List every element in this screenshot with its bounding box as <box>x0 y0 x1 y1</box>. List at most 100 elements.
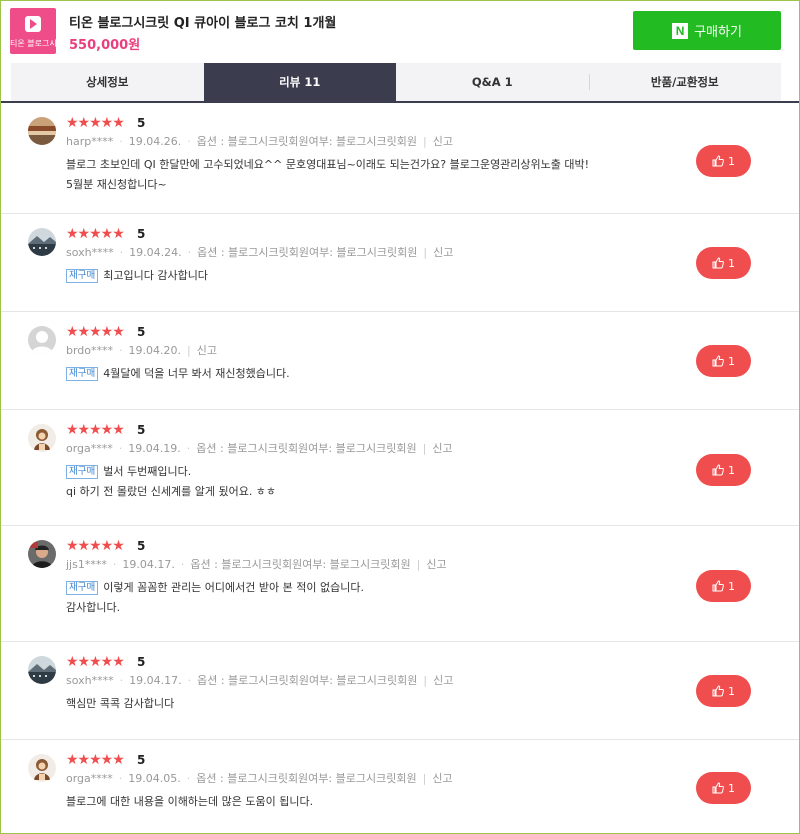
product-thumbnail[interactable]: 티온 블로그시크릿 <box>10 8 56 54</box>
detail-tabs: 상세정보 리뷰 11 Q&A 1 반품/교환정보 <box>11 63 781 101</box>
review-meta: orga**** · 19.04.05. · 옵션 : 블로그시크릿회원여부: 블로그시… <box>66 772 453 785</box>
avatar <box>28 228 56 256</box>
review-item: ★★★★★ 5 orga**** · 19.04.19. · 옵션 : 블로그시크릿회원여부… <box>1 410 799 526</box>
report-link[interactable]: 신고 <box>197 344 217 357</box>
rebuy-badge: 재구매 <box>66 581 99 595</box>
report-link[interactable]: 신고 <box>433 674 453 687</box>
reviewer-id: soxh**** <box>66 246 114 259</box>
review-item: ★★★★★ 5 soxh**** · 19.04.24. · 옵션 : 블로그시크릿회원여부… <box>1 214 799 312</box>
tab-label: Q&A 1 <box>471 75 513 89</box>
rating-score: 5 <box>137 227 146 241</box>
thumbs-up-icon <box>712 685 724 697</box>
product-review-panel: 티온 블로그시크릿 티온 블로그시크릿 QI 큐아이 블로그 코치 1개월 55… <box>0 0 800 834</box>
report-link[interactable]: 신고 <box>433 135 453 148</box>
rebuy-badge: 재구매 <box>66 465 99 479</box>
review-item: ★★★★★ 5 orga**** · 19.04.05. · 옵션 : 블로그시크릿회원여부… <box>1 740 799 833</box>
review-text: 블로그에 대한 내용을 이해하는데 많은 도움이 됩니다. <box>66 792 313 812</box>
review-text: qi 하기 전 몰랐던 신세계를 알게 됬어요. ㅎㅎ <box>66 482 276 502</box>
review-date: 19.04.17. <box>129 674 182 687</box>
thumbnail-label: 티온 블로그시크릿 <box>10 39 56 48</box>
review-text: 재구매 4월달에 덕을 너무 봐서 재신청했습니다. <box>66 364 290 384</box>
product-header: 티온 블로그시크릿 티온 블로그시크릿 QI 큐아이 블로그 코치 1개월 55… <box>1 1 799 63</box>
thumbs-up-icon <box>712 782 724 794</box>
thumbs-up-icon <box>712 155 724 167</box>
star-rating: ★★★★★ <box>66 324 125 340</box>
thumbs-up-icon <box>712 464 724 476</box>
review-text-line: 5월분 재신청합니다~ <box>66 178 167 191</box>
review-text-line: 핵심만 콕콕 감사합니다 <box>66 697 175 710</box>
like-button[interactable]: 1 <box>696 454 751 486</box>
product-price: 550,000원 <box>69 38 141 53</box>
review-item: ★★★★★ 5 harp**** · 19.04.26. · 옵션 : 블로그시크릿회원여부… <box>1 103 799 214</box>
like-button[interactable]: 1 <box>696 247 751 279</box>
report-link[interactable]: 신고 <box>426 558 446 571</box>
review-text-line: 최고입니다 감사합니다 <box>103 269 208 282</box>
like-button[interactable]: 1 <box>696 772 751 804</box>
report-link[interactable]: 신고 <box>432 772 452 785</box>
like-count: 1 <box>728 684 735 698</box>
review-option: 옵션 : 블로그시크릿회원여부: 블로그시크릿회원 <box>196 135 418 148</box>
review-option: 옵션 : 블로그시크릿회원여부: 블로그시크릿회원 <box>197 674 418 687</box>
rebuy-badge: 재구매 <box>66 269 99 283</box>
star-rating: ★★★★★ <box>66 752 125 768</box>
thumbs-up-icon <box>712 355 724 367</box>
avatar <box>28 656 56 684</box>
review-text-line: 블로그 초보인데 QI 한달만에 고수되었네요^^ 문호영대표님~이래도 되는건… <box>66 158 590 171</box>
review-text: 재구매 벌서 두번째입니다. <box>66 462 191 482</box>
like-button[interactable]: 1 <box>696 345 751 377</box>
review-date: 19.04.20. <box>128 344 182 357</box>
like-count: 1 <box>728 579 735 593</box>
buy-button[interactable]: N 구매하기 <box>633 11 781 50</box>
avatar <box>28 540 56 568</box>
review-meta: jjs1**** · 19.04.17. · 옵션 : 블로그시크릿회원여부: 블로그시… <box>66 558 447 571</box>
review-meta: soxh**** · 19.04.17. · 옵션 : 블로그시크릿회원여부: 블로그시… <box>66 674 454 687</box>
review-text-line: 벌서 두번째입니다. <box>103 465 192 478</box>
like-count: 1 <box>728 256 735 270</box>
like-count: 1 <box>728 781 735 795</box>
star-rating: ★★★★★ <box>66 422 125 438</box>
product-title[interactable]: 티온 블로그시크릿 QI 큐아이 블로그 코치 1개월 <box>69 12 336 31</box>
like-count: 1 <box>728 463 735 477</box>
review-item: ★★★★★ 5 brdo**** · 19.04.20. | 신고재구매 4월달에 덕을 너무… <box>1 312 799 410</box>
reviewer-id: soxh**** <box>66 674 114 687</box>
avatar <box>28 326 56 354</box>
tab-qna[interactable]: Q&A 1 <box>396 63 589 101</box>
review-item: ★★★★★ 5 jjs1**** · 19.04.17. · 옵션 : 블로그시크릿회원여부… <box>1 526 799 642</box>
tab-details[interactable]: 상세정보 <box>11 63 204 101</box>
review-text: 5월분 재신청합니다~ <box>66 175 167 195</box>
tab-label: 상세정보 <box>86 75 129 89</box>
review-date: 19.04.19. <box>128 442 181 455</box>
rating-score: 5 <box>137 539 146 553</box>
like-button[interactable]: 1 <box>696 675 751 707</box>
review-meta: brdo**** · 19.04.20. | 신고 <box>66 344 217 357</box>
review-text: 핵심만 콕콕 감사합니다 <box>66 694 174 714</box>
report-link[interactable]: 신고 <box>433 246 453 259</box>
reviewer-id: harp**** <box>66 135 114 148</box>
tab-returns[interactable]: 반품/교환정보 <box>588 63 782 101</box>
review-text-line: 감사합니다. <box>66 601 121 614</box>
review-option: 옵션 : 블로그시크릿회원여부: 블로그시크릿회원 <box>190 558 411 571</box>
avatar <box>28 117 56 145</box>
review-option: 옵션 : 블로그시크릿회원여부: 블로그시크릿회원 <box>197 246 418 259</box>
review-text-line: 4월달에 덕을 너무 봐서 재신청했습니다. <box>103 367 290 380</box>
rating-score: 5 <box>137 116 146 130</box>
like-button[interactable]: 1 <box>696 145 751 177</box>
review-meta: harp**** · 19.04.26. · 옵션 : 블로그시크릿회원여부: 블로그시… <box>66 135 453 148</box>
star-rating: ★★★★★ <box>66 538 125 554</box>
review-date: 19.04.26. <box>128 135 182 148</box>
review-date: 19.04.05. <box>128 772 181 785</box>
review-meta: orga**** · 19.04.19. · 옵션 : 블로그시크릿회원여부: 블로그시… <box>66 442 453 455</box>
report-link[interactable]: 신고 <box>432 442 452 455</box>
naver-pay-icon: N <box>672 22 689 39</box>
buy-button-label: 구매하기 <box>694 25 742 40</box>
rating-score: 5 <box>137 325 146 339</box>
review-text: 감사합니다. <box>66 598 120 618</box>
like-button[interactable]: 1 <box>696 570 751 602</box>
reviewer-id: jjs1**** <box>66 558 107 571</box>
reviewer-id: orga**** <box>66 442 113 455</box>
review-item: ★★★★★ 5 soxh**** · 19.04.17. · 옵션 : 블로그시크릿회원여부… <box>1 642 799 740</box>
rating-score: 5 <box>137 753 146 767</box>
tab-reviews[interactable]: 리뷰 11 <box>203 63 396 101</box>
review-text-line: 이렇게 꼼꼼한 관리는 어디에서건 받아 본 적이 없습니다. <box>103 581 364 594</box>
review-date: 19.04.24. <box>129 246 182 259</box>
